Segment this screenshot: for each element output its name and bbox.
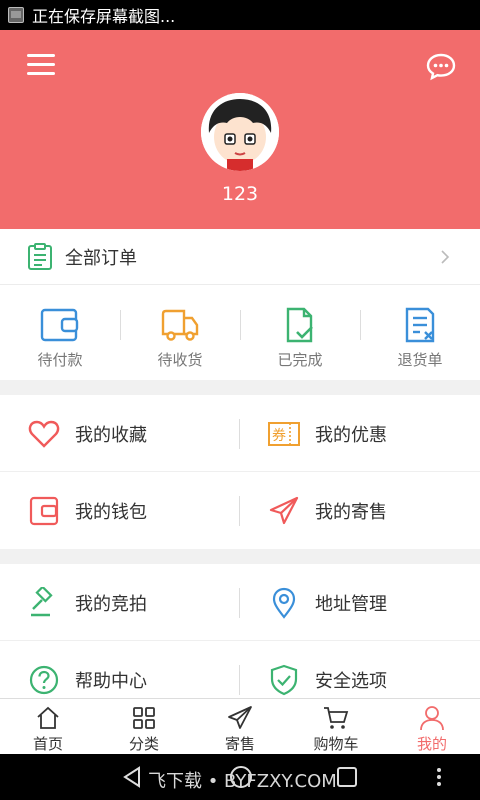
tab-label: 首页 bbox=[32, 735, 63, 753]
address-management-button[interactable]: 地址管理 bbox=[240, 564, 480, 641]
avatar[interactable] bbox=[201, 93, 279, 171]
cart-icon bbox=[324, 707, 349, 729]
menu-section-1: 我的收藏 券 我的优惠 我的钱包 我的寄售 bbox=[0, 395, 480, 549]
divider bbox=[239, 665, 240, 695]
completed-orders-button[interactable]: 已完成 bbox=[240, 285, 360, 380]
order-state-label: 待收货 bbox=[157, 351, 203, 369]
paper-plane-icon bbox=[269, 496, 299, 524]
shield-check-icon bbox=[270, 664, 298, 695]
order-status-bar: 待付款 待收货 已完成 退货单 bbox=[0, 285, 480, 380]
tab-categories[interactable]: 分类 bbox=[96, 699, 192, 755]
clipboard-icon bbox=[28, 242, 52, 270]
tab-home[interactable]: 首页 bbox=[0, 699, 96, 755]
pending-payment-button[interactable]: 待付款 bbox=[0, 285, 120, 380]
order-state-label: 退货单 bbox=[397, 351, 443, 369]
gavel-icon bbox=[31, 586, 53, 616]
menu-item-label: 帮助中心 bbox=[75, 670, 147, 692]
person-icon bbox=[420, 706, 444, 731]
wallet-icon bbox=[40, 308, 79, 342]
menu-row: 我的竞拍 地址管理 bbox=[0, 564, 480, 641]
status-notification-text: 正在保存屏幕截图... bbox=[32, 7, 176, 26]
screenshot-notification-icon bbox=[8, 7, 24, 23]
coupon-badge-text: 券 bbox=[272, 428, 286, 444]
message-bubble-icon[interactable] bbox=[425, 50, 457, 82]
my-wallet-button[interactable]: 我的钱包 bbox=[0, 472, 240, 549]
truck-icon bbox=[161, 309, 199, 341]
menu-row: 我的收藏 券 我的优惠 bbox=[0, 395, 480, 472]
status-bar: 正在保存屏幕截图... bbox=[0, 0, 480, 30]
system-nav-bar: 飞下载 • BYFZXY.COM bbox=[0, 754, 480, 800]
my-coupons-button[interactable]: 券 我的优惠 bbox=[240, 395, 480, 472]
chevron-right-icon bbox=[441, 250, 450, 264]
document-check-icon bbox=[286, 307, 313, 343]
home-icon bbox=[37, 706, 59, 729]
menu-item-label: 我的竞拍 bbox=[75, 593, 147, 615]
profile-header: 123 bbox=[0, 30, 480, 229]
tab-cart[interactable]: 购物车 bbox=[288, 699, 384, 755]
menu-item-label: 我的寄售 bbox=[315, 501, 387, 523]
watermark-text: 飞下载 • BYFZXY.COM bbox=[148, 771, 337, 792]
divider bbox=[239, 496, 240, 526]
my-favorites-button[interactable]: 我的收藏 bbox=[0, 395, 240, 472]
paper-plane-icon bbox=[228, 706, 252, 729]
avatar-image bbox=[201, 93, 279, 171]
return-orders-button[interactable]: 退货单 bbox=[360, 285, 480, 380]
order-state-label: 已完成 bbox=[277, 351, 323, 369]
menu-item-label: 我的钱包 bbox=[75, 501, 147, 523]
menu-item-label: 我的收藏 bbox=[75, 424, 147, 446]
recents-icon[interactable] bbox=[336, 766, 358, 788]
menu-row: 我的钱包 我的寄售 bbox=[0, 472, 480, 549]
tab-label: 我的 bbox=[416, 735, 447, 753]
bottom-tab-bar: 首页 分类 寄售 购物车 我的 bbox=[0, 698, 480, 754]
location-pin-icon bbox=[272, 587, 296, 619]
all-orders-label: 全部订单 bbox=[65, 247, 137, 269]
coupon-icon: 券 bbox=[268, 421, 300, 446]
divider bbox=[239, 419, 240, 449]
tab-label: 分类 bbox=[128, 735, 159, 753]
hamburger-menu-icon[interactable] bbox=[27, 54, 55, 76]
divider bbox=[239, 588, 240, 618]
menu-item-label: 安全选项 bbox=[315, 670, 387, 692]
grid-icon bbox=[133, 707, 155, 729]
help-icon bbox=[29, 665, 59, 694]
my-consignment-button[interactable]: 我的寄售 bbox=[240, 472, 480, 549]
tab-label: 购物车 bbox=[313, 735, 359, 753]
heart-icon bbox=[28, 420, 60, 448]
username: 123 bbox=[221, 183, 259, 205]
menu-item-label: 地址管理 bbox=[315, 593, 387, 615]
menu-section-2: 我的竞拍 地址管理 帮助中心 安全选项 bbox=[0, 564, 480, 718]
wallet-icon bbox=[29, 496, 59, 525]
order-state-label: 待付款 bbox=[37, 351, 83, 369]
more-options-icon[interactable] bbox=[434, 766, 444, 788]
tab-consignment[interactable]: 寄售 bbox=[192, 699, 288, 755]
tab-me[interactable]: 我的 bbox=[384, 699, 480, 755]
all-orders-row[interactable]: 全部订单 bbox=[0, 229, 480, 285]
back-icon[interactable] bbox=[121, 766, 143, 788]
pending-receipt-button[interactable]: 待收货 bbox=[120, 285, 240, 380]
document-x-icon bbox=[405, 307, 435, 343]
tab-label: 寄售 bbox=[224, 735, 255, 753]
menu-item-label: 我的优惠 bbox=[315, 424, 387, 446]
my-auctions-button[interactable]: 我的竞拍 bbox=[0, 564, 240, 641]
